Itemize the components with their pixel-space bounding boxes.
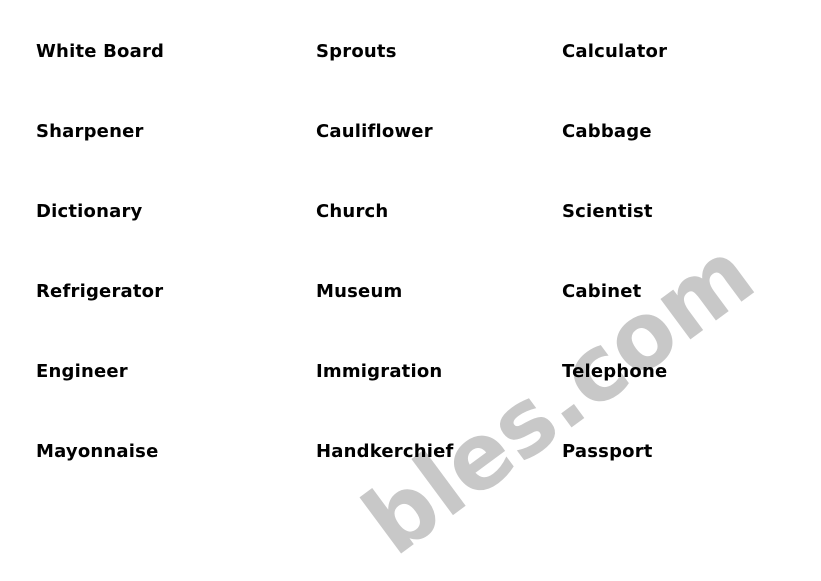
word-item: Handkerchief (316, 441, 454, 462)
word-item: Museum (316, 281, 403, 302)
word-item: Church (316, 201, 389, 222)
word-item: Dictionary (36, 201, 143, 222)
word-item: Cabbage (562, 121, 652, 142)
word-item: Refrigerator (36, 281, 164, 302)
word-item: Telephone (562, 361, 668, 382)
word-item: White Board (36, 41, 165, 62)
word-item: Engineer (36, 361, 128, 382)
word-item: Calculator (562, 41, 668, 62)
word-grid: White Board Sharpener Dictionary Refrigerat… (0, 0, 821, 581)
word-item: Sprouts (316, 41, 397, 62)
word-item: Sharpener (36, 121, 144, 142)
word-item: Scientist (562, 201, 653, 222)
word-item: Immigration (316, 361, 443, 382)
word-item: Cauliflower (316, 121, 433, 142)
word-item: Cabinet (562, 281, 642, 302)
word-item: Passport (562, 441, 653, 462)
word-item: Mayonnaise (36, 441, 159, 462)
